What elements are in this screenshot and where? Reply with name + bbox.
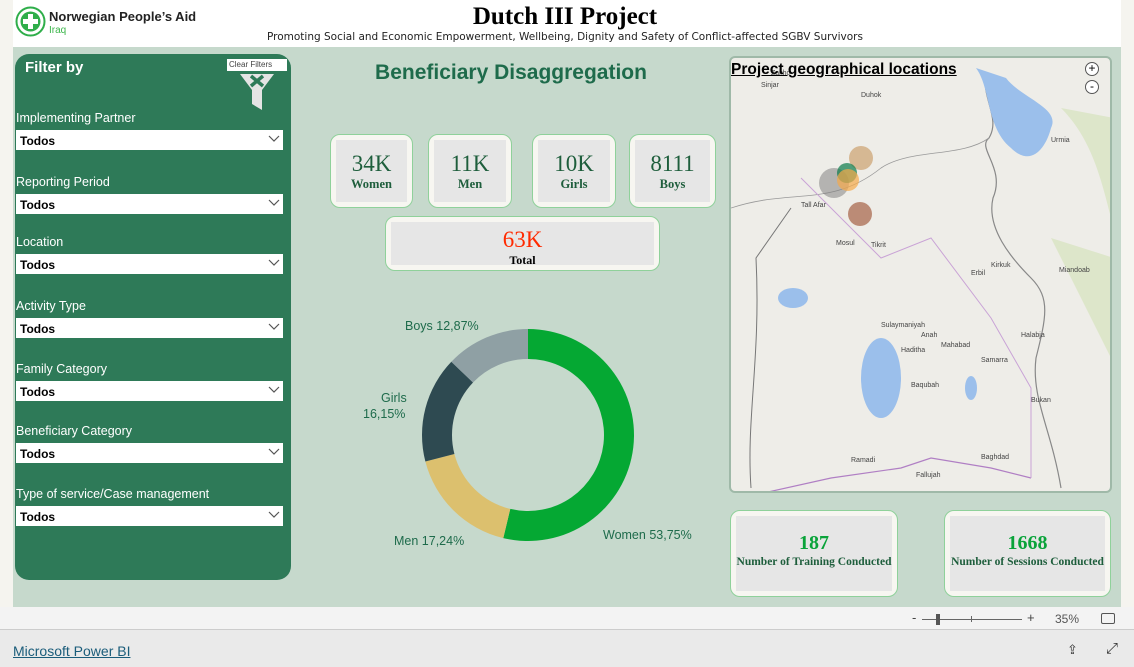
beneficiary-donut-chart <box>422 329 635 541</box>
zoom-bar: - + 35% <box>0 607 1134 630</box>
zoom-in-button[interactable]: + <box>1027 610 1035 625</box>
location-bubble[interactable] <box>848 202 872 226</box>
label-girls-value: 16,15% <box>363 407 406 421</box>
donut-slice-women[interactable] <box>503 329 635 541</box>
dropdown-value: Todos <box>20 510 56 524</box>
map-bubbles <box>819 146 873 226</box>
page-subtitle: Promoting Social and Economic Empowermen… <box>267 31 863 43</box>
project-locations-map[interactable]: ZakhoMosulErbilUrmiaTabrizMiandoabMahaba… <box>729 56 1112 493</box>
filter-dropdown[interactable]: Todos <box>16 381 283 401</box>
label-boys: Boys 12,87% <box>405 319 479 333</box>
chevron-down-icon <box>268 199 280 206</box>
filter-dropdown[interactable]: Todos <box>16 130 283 150</box>
kpi-total-value: 63K <box>502 227 543 252</box>
stat-value: 187 <box>799 532 829 554</box>
kpi-value: 34K <box>351 151 392 176</box>
beneficiary-title: Beneficiary Disaggregation <box>375 61 647 84</box>
kpi-total-label: Total <box>509 253 536 267</box>
kpi-men: 11K Men <box>428 134 512 208</box>
kpi-value: 8111 <box>650 151 695 176</box>
clear-filter-icon[interactable] <box>238 72 276 112</box>
dropdown-value: Todos <box>20 134 56 148</box>
kpi-label: Women <box>351 177 392 191</box>
powerbi-link[interactable]: Microsoft Power BI <box>13 643 130 659</box>
dropdown-value: Todos <box>20 198 56 212</box>
kpi-label: Men <box>457 177 483 191</box>
label-girls-name: Girls <box>381 391 407 405</box>
donut-slice-girls[interactable] <box>422 361 474 462</box>
zoom-level: 35% <box>1055 612 1080 626</box>
dropdown-value: Todos <box>20 258 56 272</box>
filter-dropdown[interactable]: Todos <box>16 254 283 274</box>
stat-label: Number of Sessions Conducted <box>951 556 1104 568</box>
dropdown-value: Todos <box>20 447 56 461</box>
stat-sessions: 1668 Number of Sessions Conducted <box>944 510 1111 597</box>
chevron-down-icon <box>268 511 280 518</box>
fullscreen-icon[interactable]: ⤢ <box>1106 640 1118 657</box>
filter-dropdown[interactable]: Todos <box>16 318 283 338</box>
kpi-boys: 8111 Boys <box>629 134 716 208</box>
stat-label: Number of Training Conducted <box>736 556 892 568</box>
map-zoom-in-icon[interactable]: + <box>1085 62 1099 76</box>
map-title: Project geographical locations <box>731 61 957 78</box>
chevron-down-icon <box>268 135 280 142</box>
zoom-slider-thumb[interactable] <box>935 614 940 625</box>
filter-label: Beneficiary Category <box>16 424 133 438</box>
chevron-down-icon <box>268 259 280 266</box>
org-name: Norwegian People’s Aid <box>49 9 197 24</box>
filter-label: Activity Type <box>16 299 86 313</box>
filter-label: Implementing Partner <box>16 111 136 125</box>
share-icon[interactable]: ⇪ <box>1067 642 1078 658</box>
filter-dropdown[interactable]: Todos <box>16 506 283 526</box>
filter-label: Type of service/Case management <box>16 487 210 501</box>
npa-logo-icon <box>15 6 46 37</box>
org-country: Iraq <box>49 25 67 36</box>
kpi-girls: 10K Girls <box>532 134 616 208</box>
location-bubble[interactable] <box>837 169 859 191</box>
label-women: Women 53,75% <box>603 528 692 542</box>
filter-label: Family Category <box>16 362 107 376</box>
label-men: Men 17,24% <box>394 534 465 548</box>
kpi-women: 34K Women <box>330 134 413 208</box>
filter-title: Filter by <box>25 59 84 76</box>
chevron-down-icon <box>268 323 280 330</box>
zoom-out-button[interactable]: - <box>912 610 916 625</box>
kpi-total: 63K Total <box>385 216 660 271</box>
donut-slice-men[interactable] <box>425 453 511 539</box>
dropdown-value: Todos <box>20 385 56 399</box>
zoom-slider-tick <box>971 616 972 622</box>
clear-filters-button[interactable]: Clear Filters <box>227 59 287 71</box>
filter-dropdown[interactable]: Todos <box>16 443 283 463</box>
filter-label: Reporting Period <box>16 175 110 189</box>
kpi-value: 10K <box>554 151 594 176</box>
kpi-label: Girls <box>560 177 588 191</box>
filter-dropdown[interactable]: Todos <box>16 194 283 214</box>
stat-training: 187 Number of Training Conducted <box>730 510 898 597</box>
chevron-down-icon <box>268 386 280 393</box>
fit-to-page-icon[interactable] <box>1101 613 1115 624</box>
dropdown-value: Todos <box>20 322 56 336</box>
stat-value: 1668 <box>1007 532 1048 554</box>
kpi-label: Boys <box>659 177 686 191</box>
filter-label: Location <box>16 235 64 249</box>
powerbi-bar: Microsoft Power BI ⇪ ⤢ <box>0 630 1134 667</box>
map-zoom-out-icon[interactable]: - <box>1085 80 1099 94</box>
chevron-down-icon <box>268 448 280 455</box>
kpi-value: 11K <box>450 151 490 176</box>
page-title: Dutch III Project <box>472 3 658 30</box>
